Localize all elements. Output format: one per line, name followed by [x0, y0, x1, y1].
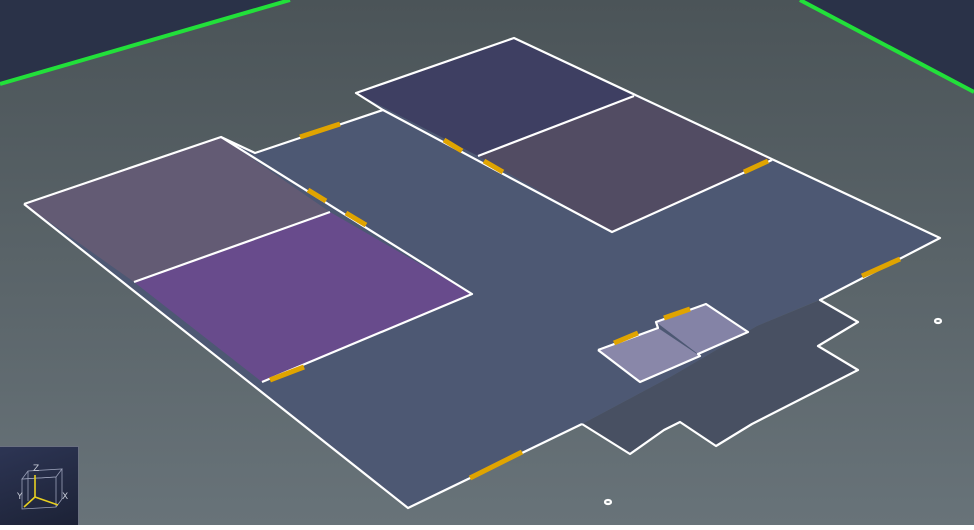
y-axis-label: Y	[16, 492, 23, 502]
floor-plan-scene[interactable]	[0, 0, 974, 525]
y-axis-line	[23, 496, 36, 508]
axis-gizmo-graphic: Z Y X	[16, 464, 68, 510]
3d-viewport[interactable]: Z Y X	[0, 0, 974, 525]
gizmo-axes	[23, 475, 59, 508]
wall-marker-bottom	[603, 498, 613, 506]
x-axis-label: X	[62, 492, 68, 502]
z-axis-label: Z	[33, 464, 39, 474]
wall-marker-right	[933, 317, 943, 325]
axis-gizmo[interactable]: Z Y X	[0, 446, 79, 525]
x-axis-line	[34, 496, 59, 506]
